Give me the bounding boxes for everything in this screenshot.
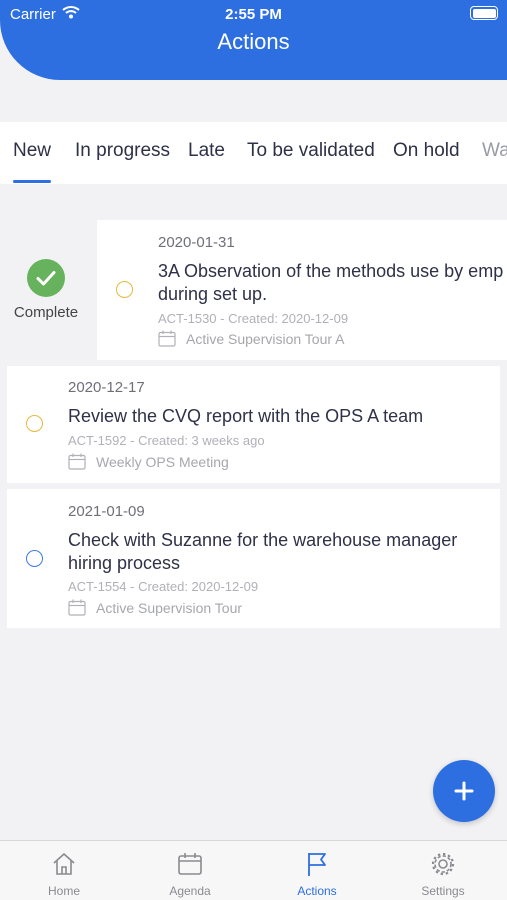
status-indicator[interactable] <box>26 550 43 567</box>
tabbar-label: Agenda <box>169 884 211 898</box>
checkmark-icon <box>27 259 65 297</box>
action-source: Active Supervision Tour <box>96 600 243 616</box>
tabbar-item-home[interactable]: Home <box>1 841 127 900</box>
tabbar-item-agenda[interactable]: Agenda <box>127 841 253 900</box>
header-bar: Carrier 2:55 PM Actions <box>0 0 507 80</box>
tabbar-label: Actions <box>297 884 337 898</box>
action-meta: ACT-1530 - Created: 2020-12-09 <box>158 311 349 326</box>
page-title: Actions <box>217 29 290 54</box>
action-due-date: 2021-01-09 <box>68 503 145 520</box>
selected-tab-indicator <box>13 180 51 183</box>
action-title: Review the CVQ report with the OPS A tea… <box>68 406 424 426</box>
action-source: Weekly OPS Meeting <box>96 454 229 470</box>
calendar-icon <box>158 330 176 347</box>
action-card[interactable]: 2020-01-31 3A Observation of the methods… <box>97 220 507 360</box>
tabbar-label: Home <box>47 884 80 898</box>
complete-label: Complete <box>13 304 79 321</box>
add-action-button[interactable] <box>433 760 495 822</box>
action-due-date: 2020-01-31 <box>158 234 235 251</box>
action-meta: ACT-1554 - Created: 2020-12-09 <box>68 579 259 594</box>
status-indicator[interactable] <box>116 281 133 298</box>
action-source: Active Supervision Tour A <box>186 331 345 347</box>
gear-icon <box>431 852 455 876</box>
tab-in-progress[interactable]: In progress <box>75 140 170 162</box>
flag-icon <box>308 853 326 876</box>
plus-icon <box>454 781 474 801</box>
bottom-tab-bar: Home Agenda Actions Settings <box>0 840 507 900</box>
status-tabs: New In progress Late To be validated On … <box>0 122 507 184</box>
tab-late[interactable]: Late <box>188 140 225 162</box>
battery-icon <box>470 6 498 20</box>
action-title: 3A Observation of the methods use by emp <box>158 261 504 281</box>
calendar-icon <box>178 853 202 875</box>
tabbar-item-settings[interactable]: Settings <box>380 841 506 900</box>
tab-on-hold[interactable]: On hold <box>393 140 460 162</box>
calendar-icon <box>68 453 86 470</box>
tab-waiting[interactable]: Wa <box>482 140 507 162</box>
action-card[interactable]: 2020-12-17 Review the CVQ report with th… <box>7 366 500 483</box>
home-icon <box>53 853 75 875</box>
action-title-continued: hiring process <box>68 553 181 573</box>
tab-new[interactable]: New <box>13 140 51 162</box>
status-indicator[interactable] <box>26 415 43 432</box>
complete-swipe-action[interactable]: Complete <box>0 220 97 360</box>
tabbar-label: Settings <box>421 884 465 898</box>
status-bar: Carrier 2:55 PM <box>0 0 507 28</box>
action-title: Check with Suzanne for the warehouse man… <box>68 530 458 550</box>
action-card[interactable]: 2021-01-09 Check with Suzanne for the wa… <box>7 489 500 628</box>
tabbar-item-actions[interactable]: Actions <box>254 841 380 900</box>
clock-time: 2:55 PM <box>225 6 282 23</box>
action-due-date: 2020-12-17 <box>68 379 145 396</box>
action-meta: ACT-1592 - Created: 3 weeks ago <box>68 433 265 448</box>
tab-to-be-validated[interactable]: To be validated <box>247 140 375 162</box>
action-title-continued: during set up. <box>158 284 268 304</box>
calendar-icon <box>68 599 86 616</box>
